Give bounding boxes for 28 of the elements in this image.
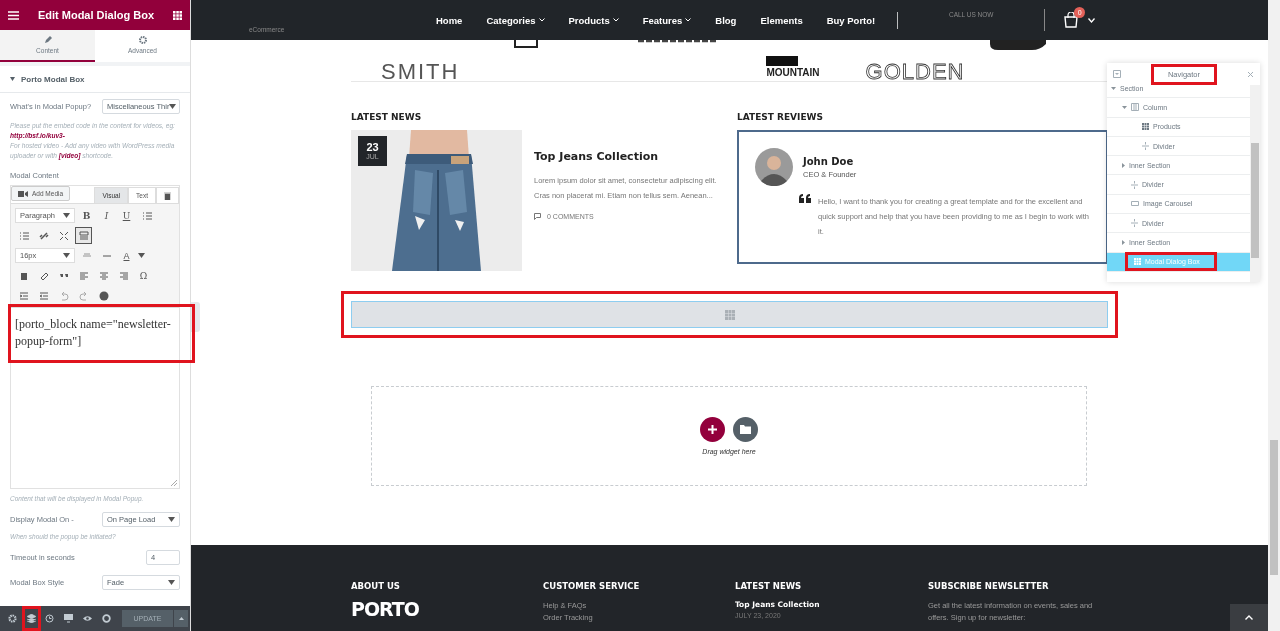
content-area[interactable]: [porto_block name="newsletter-popup-form"] bbox=[11, 307, 179, 488]
nav-link[interactable]: Products bbox=[568, 14, 619, 26]
nav-link[interactable]: Buy Porto! bbox=[826, 14, 876, 26]
section-header[interactable]: Porto Modal Box bbox=[0, 66, 190, 93]
panel-title: Edit Modal Dialog Box bbox=[37, 9, 155, 21]
toolbar-button[interactable]: Ω bbox=[135, 267, 152, 284]
nav-link[interactable]: Blog bbox=[715, 14, 737, 26]
footer-heading: CUSTOMER SERVICE bbox=[543, 581, 641, 591]
date-day: 23 bbox=[366, 142, 379, 153]
nav-link[interactable]: Features bbox=[642, 14, 692, 26]
section-heading: LATEST REVIEWS bbox=[737, 112, 824, 122]
toolbar-button[interactable]: U bbox=[118, 207, 135, 224]
nav-link[interactable]: Elements bbox=[760, 14, 803, 26]
reviewer-name: John Doe bbox=[803, 155, 855, 167]
footer-heading: ABOUT US bbox=[351, 581, 401, 591]
brand-logo: SMITH bbox=[381, 61, 460, 81]
toolbar-button[interactable]: A bbox=[118, 247, 135, 264]
section-heading: LATEST NEWS bbox=[351, 112, 423, 122]
post-title[interactable]: Top Jeans Collection bbox=[534, 150, 722, 163]
footer-heading: SUBSCRIBE NEWSLETTER bbox=[928, 581, 1050, 591]
brand-logo: MOUNTAIN bbox=[766, 67, 820, 78]
nav-link[interactable]: Categories bbox=[486, 14, 545, 26]
content-text: [porto_block name="newsletter-popup-form"] bbox=[14, 316, 172, 350]
toolbar-button[interactable]: B bbox=[78, 207, 95, 224]
footer-heading: LATEST NEWS bbox=[735, 581, 803, 591]
footer-logo: PORTO bbox=[351, 600, 420, 618]
nav-link[interactable]: Home bbox=[436, 14, 463, 26]
toolbar-button[interactable]: I bbox=[98, 207, 115, 224]
